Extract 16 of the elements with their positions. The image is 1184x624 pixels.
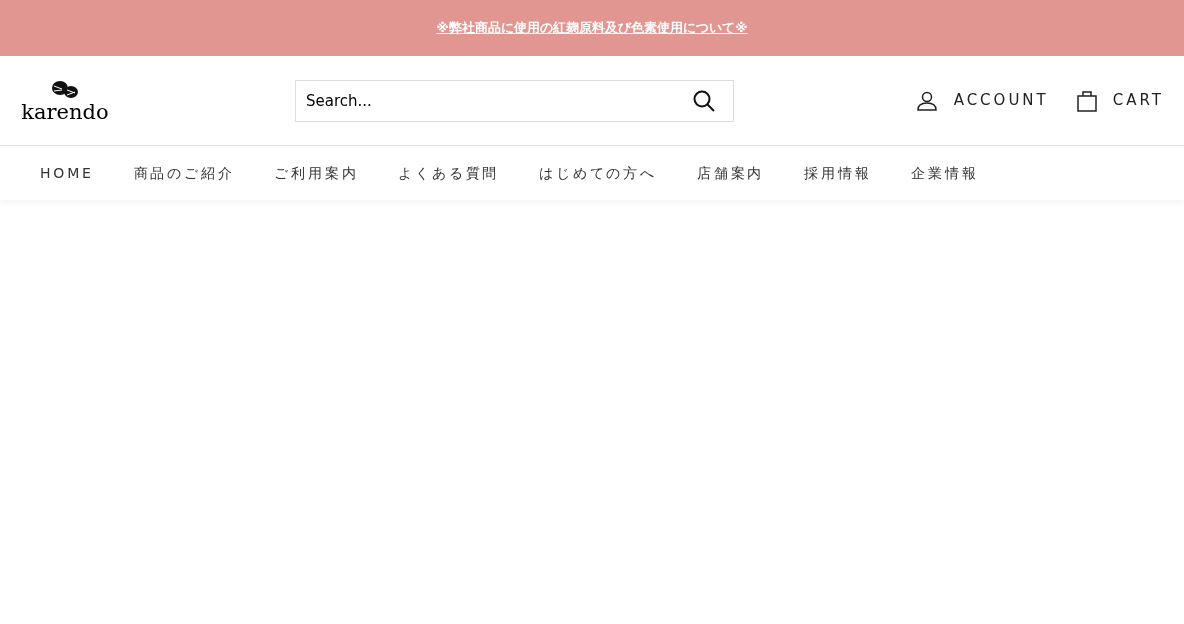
nav-link[interactable]: HOME <box>40 162 94 184</box>
nav-link[interactable]: 店舗案内 <box>696 162 765 184</box>
cart-link[interactable]: CART <box>1076 89 1164 112</box>
nav-link[interactable]: よくある質問 <box>398 162 500 184</box>
search-field[interactable]: Search... <box>295 79 734 122</box>
karendo-logo[interactable]: karendo <box>20 78 110 123</box>
account-link[interactable]: ACCOUNT <box>915 89 1049 112</box>
nav-link[interactable]: 企業情報 <box>911 162 979 184</box>
nav-link[interactable]: 商品のご紹介 <box>133 162 235 184</box>
nav-link[interactable]: ご利用案内 <box>274 162 359 184</box>
bag-icon <box>1076 89 1097 112</box>
search-icon[interactable] <box>692 88 716 113</box>
nav-link[interactable]: 採用情報 <box>804 162 872 184</box>
nav-link[interactable]: はじめての方へ <box>539 162 657 184</box>
logo-text: karendo <box>21 102 109 123</box>
person-icon <box>915 89 938 112</box>
